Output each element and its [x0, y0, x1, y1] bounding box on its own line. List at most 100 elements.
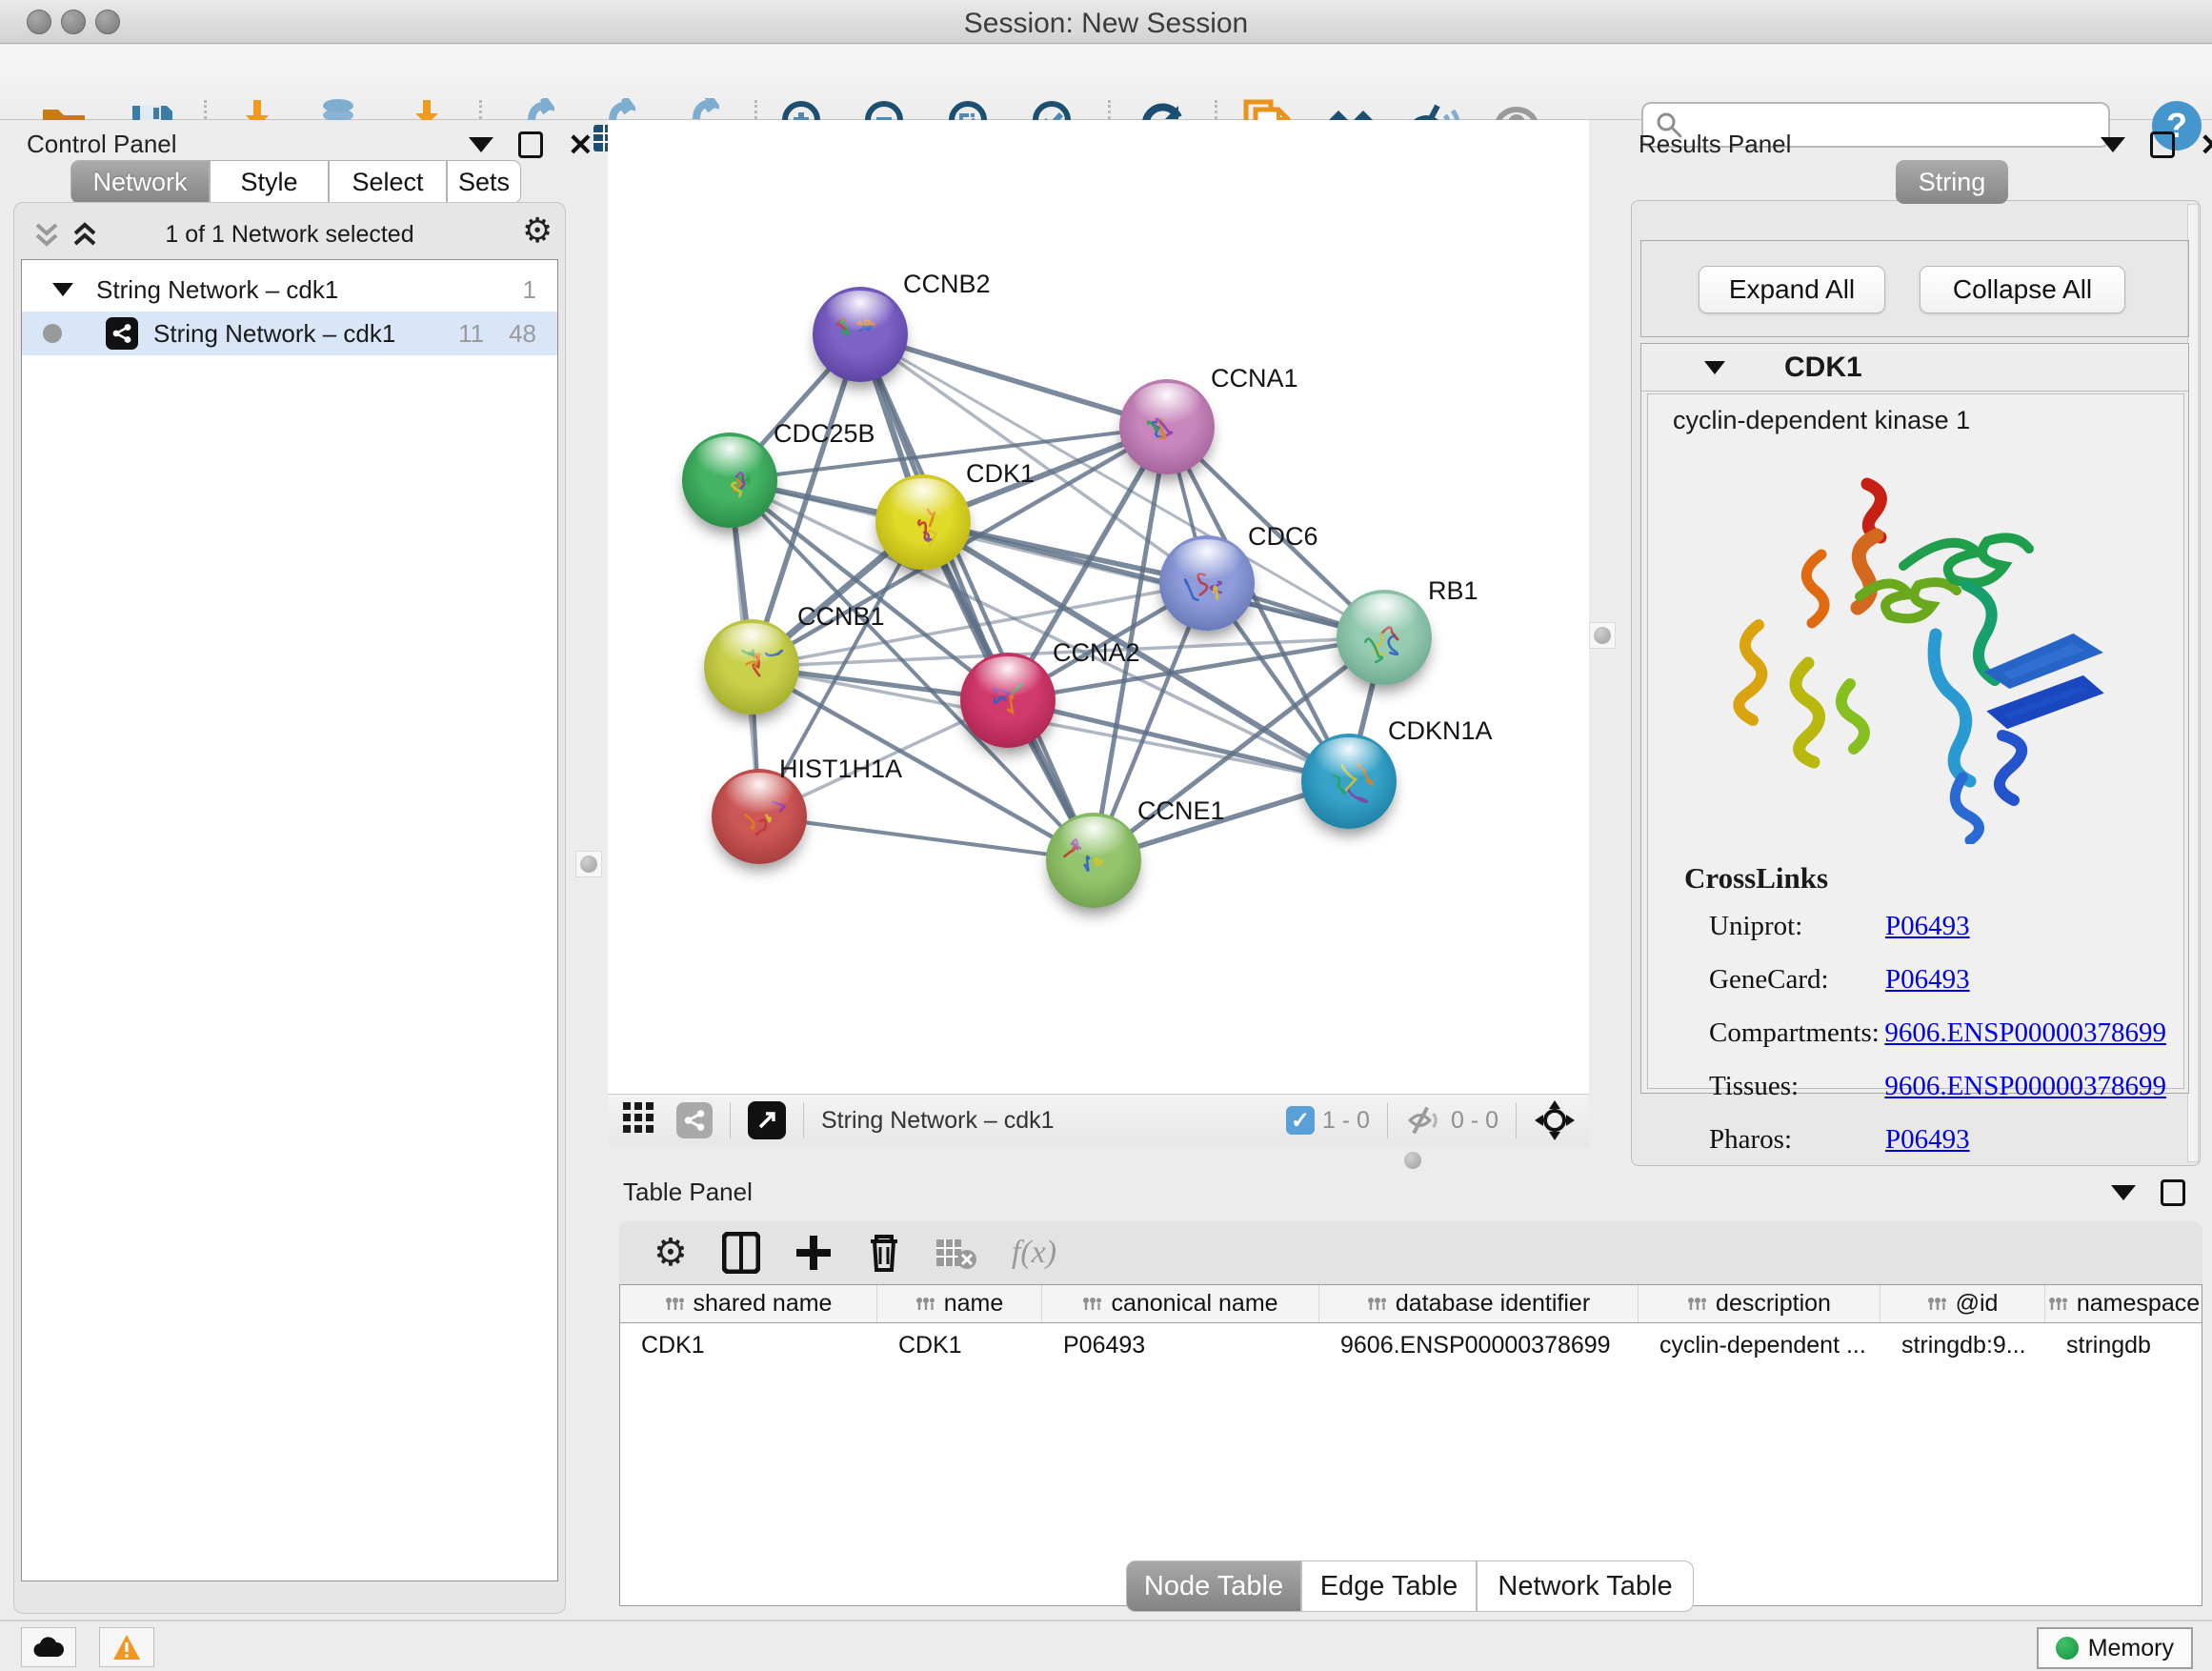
network-node-CDC6[interactable]	[1159, 535, 1255, 631]
view-toolbar-separator	[730, 1102, 731, 1138]
hidden-count: 0 - 0	[1451, 1107, 1498, 1135]
panel-resize-handle[interactable]	[1589, 622, 1616, 649]
tab-network-table[interactable]: Network Table	[1477, 1560, 1694, 1612]
node-label-CDKN1A: CDKN1A	[1388, 716, 1493, 746]
network-node-CCNE1[interactable]	[1046, 813, 1141, 908]
results-panel-close-icon[interactable]: ✕	[2200, 131, 2212, 158]
tab-edge-table[interactable]: Edge Table	[1301, 1560, 1477, 1612]
network-node-CCNA2[interactable]	[960, 653, 1056, 748]
crosslink-link[interactable]: 9606.ENSP00000378699	[1884, 1071, 2166, 1102]
memory-status-dot	[2056, 1637, 2079, 1660]
gene-card-collapse-icon[interactable]	[1704, 361, 1725, 374]
network-node-RB1[interactable]	[1337, 590, 1432, 685]
network-row-selected[interactable]: String Network – cdk1 11 48	[22, 312, 557, 355]
panel-resize-handle[interactable]	[575, 851, 602, 877]
gene-card-header[interactable]: CDK1	[1641, 344, 2188, 392]
tab-string[interactable]: String	[1896, 160, 2008, 204]
cloud-status-button[interactable]	[21, 1627, 76, 1667]
crosslink-row: Pharos:P06493	[1709, 1124, 2166, 1156]
node-label-CDC6: CDC6	[1248, 522, 1318, 552]
grid-view-icon[interactable]	[623, 1102, 655, 1139]
crosslink-link[interactable]: P06493	[1885, 911, 1970, 942]
delete-column-icon[interactable]	[867, 1232, 901, 1274]
collapse-all-button[interactable]: Collapse All	[1920, 266, 2125, 313]
node-label-CCNA2: CCNA2	[1053, 638, 1140, 668]
table-options-gear-icon[interactable]: ⚙	[654, 1236, 688, 1270]
network-share-icon[interactable]	[676, 1102, 713, 1138]
table-panel-collapse-icon[interactable]	[2111, 1185, 2136, 1200]
control-panel-title: Control Panel	[27, 130, 177, 159]
column-header-namespace[interactable]: namespace	[2045, 1285, 2202, 1322]
tab-select[interactable]: Select	[329, 160, 447, 204]
table-row[interactable]: CDK1CDK1P064939606.ENSP00000378699cyclin…	[620, 1323, 2202, 1367]
network-node-CDC25B[interactable]	[682, 433, 777, 528]
column-header--id[interactable]: @id	[1880, 1285, 2045, 1322]
node-label-CCNA1: CCNA1	[1211, 364, 1298, 393]
column-header-database-identifier[interactable]: database identifier	[1319, 1285, 1639, 1322]
table-cell[interactable]: CDK1	[877, 1332, 1042, 1359]
cloud-icon	[32, 1636, 65, 1659]
network-edge-count: 48	[509, 319, 536, 349]
network-collection-row[interactable]: String Network – cdk1 1	[22, 268, 557, 312]
table-cell[interactable]: CDK1	[620, 1332, 877, 1359]
results-panel-float-icon[interactable]	[2150, 131, 2175, 158]
column-header-shared-name[interactable]: shared name	[620, 1285, 877, 1322]
network-options-gear-icon[interactable]: ⚙	[522, 213, 553, 248]
add-column-icon[interactable]	[794, 1234, 833, 1272]
selected-nodes-checkbox-icon[interactable]: ✓	[1286, 1106, 1315, 1135]
function-builder-icon[interactable]: f(x)	[1012, 1235, 1056, 1271]
hidden-eye-icon[interactable]	[1405, 1105, 1443, 1136]
network-node-CDKN1A[interactable]	[1301, 734, 1397, 829]
control-panel-float-icon[interactable]	[518, 131, 543, 158]
network-tree: String Network – cdk1 1 String Network –…	[21, 259, 558, 1581]
memory-button[interactable]: Memory	[2037, 1627, 2193, 1669]
column-header-name[interactable]: name	[877, 1285, 1042, 1322]
tree-expand-icon[interactable]	[50, 275, 75, 305]
node-label-CDK1: CDK1	[966, 459, 1035, 489]
crosslink-link[interactable]: P06493	[1885, 1124, 1970, 1156]
control-panel-collapse-icon[interactable]	[469, 137, 493, 152]
crosslink-link[interactable]: P06493	[1885, 964, 1970, 996]
gene-card: CDK1 cyclin-dependent kinase 1	[1640, 343, 2189, 1094]
table-cell[interactable]: 9606.ENSP00000378699	[1319, 1332, 1639, 1359]
warning-status-button[interactable]	[99, 1627, 154, 1667]
tab-network[interactable]: Network	[70, 160, 210, 204]
warning-icon	[112, 1634, 141, 1661]
network-edge[interactable]	[759, 816, 1094, 860]
collection-count: 1	[523, 275, 536, 305]
column-header-description[interactable]: description	[1639, 1285, 1880, 1322]
network-selected-status: 1 of 1 Network selected	[8, 221, 572, 249]
selected-count: 1 - 0	[1322, 1107, 1370, 1135]
table-cell[interactable]: stringdb	[2045, 1332, 2202, 1359]
network-node-CCNB2[interactable]	[813, 287, 908, 382]
control-panel-close-icon[interactable]: ✕	[568, 131, 593, 158]
expand-all-button[interactable]: Expand All	[1699, 266, 1885, 313]
network-view-toolbar: String Network – cdk1 ✓ 1 - 0 0 - 0	[608, 1094, 1589, 1146]
tab-sets[interactable]: Sets	[447, 160, 521, 204]
table-panel-float-icon[interactable]	[2161, 1179, 2185, 1206]
network-node-CCNA1[interactable]	[1119, 379, 1215, 474]
birds-eye-toggle-icon[interactable]	[1534, 1099, 1576, 1141]
tab-style[interactable]: Style	[210, 160, 329, 204]
tab-node-table[interactable]: Node Table	[1126, 1560, 1301, 1612]
open-view-icon[interactable]	[748, 1101, 786, 1139]
results-panel-collapse-icon[interactable]	[2101, 137, 2125, 152]
network-node-CDK1[interactable]	[875, 474, 971, 570]
results-buttons-box: Expand All Collapse All	[1640, 240, 2189, 337]
node-table[interactable]: shared namenamecanonical namedatabase id…	[619, 1284, 2202, 1606]
table-tabs: Node Table Edge Table Network Table	[1126, 1560, 1694, 1612]
table-cell[interactable]: P06493	[1042, 1332, 1319, 1359]
crosslink-label: GeneCard:	[1709, 964, 1885, 996]
crosslink-link[interactable]: 9606.ENSP00000378699	[1884, 1017, 2166, 1049]
table-cell[interactable]: stringdb:9...	[1880, 1332, 2045, 1359]
show-columns-icon[interactable]	[722, 1232, 760, 1274]
delete-table-icon[interactable]	[935, 1236, 977, 1270]
network-node-CCNB1[interactable]	[704, 619, 799, 715]
column-header-canonical-name[interactable]: canonical name	[1042, 1285, 1319, 1322]
table-cell[interactable]: cyclin-dependent ...	[1639, 1332, 1880, 1359]
node-label-RB1: RB1	[1428, 576, 1478, 606]
gene-name: CDK1	[1784, 352, 1862, 384]
crosslink-row: Uniprot:P06493	[1709, 911, 2166, 942]
node-label-HIST1H1A: HIST1H1A	[779, 755, 902, 784]
network-canvas[interactable]: CCNB2CCNA1CDC25BCDK1CDC6RB1CCNB1CCNA2CDK…	[608, 120, 1589, 1094]
